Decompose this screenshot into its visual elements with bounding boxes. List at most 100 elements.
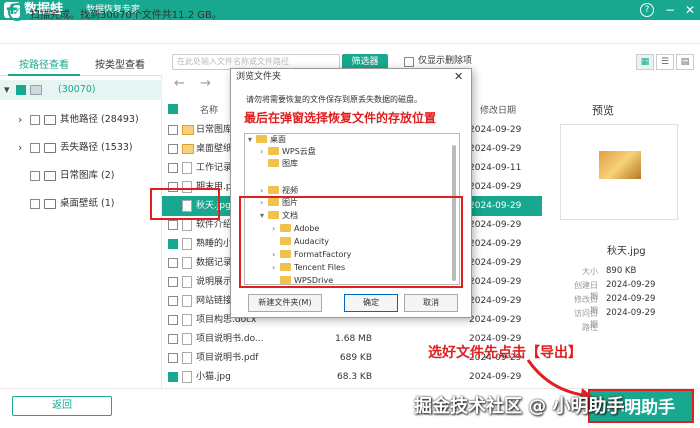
detail-view-icon[interactable]: ▤ (676, 54, 694, 70)
row-checkbox[interactable] (168, 258, 178, 268)
dialog-title: 浏览文件夹 (236, 72, 282, 82)
tree-checkbox[interactable] (30, 143, 40, 153)
back-button[interactable]: 返回 (12, 396, 112, 416)
dialog-tree-item[interactable]: 图库 (260, 158, 298, 170)
file-size: 68.3 KB (337, 372, 372, 382)
folder-icon (182, 125, 194, 135)
tree-item-label: 桌面壁纸 (1) (60, 198, 115, 209)
tree-item-label: 丢失路径 (1533) (60, 142, 133, 153)
folder-icon (256, 135, 267, 143)
tree-item-other-paths[interactable]: › 其他路径 (28493) (0, 110, 162, 130)
column-header-name[interactable]: 名称 (200, 103, 218, 116)
path-label: 路径 (582, 323, 598, 332)
row-checkbox[interactable] (168, 353, 178, 363)
chevron-right-icon[interactable]: › (18, 138, 22, 158)
file-icon (182, 333, 192, 345)
close-icon[interactable]: ✕ (454, 70, 463, 84)
tree-item-label: 其他路径 (28493) (60, 114, 139, 125)
tree-checkbox[interactable] (30, 199, 40, 209)
tree-item-daily-gallery[interactable]: 日常图库 (2) (0, 166, 162, 186)
file-name: 项目说明书.do... (196, 334, 264, 344)
file-date: 2024-09-29 (469, 372, 522, 382)
row-checkbox[interactable] (168, 296, 178, 306)
tree-item-lost-paths[interactable]: › 丢失路径 (1533) (0, 138, 162, 158)
row-checkbox[interactable] (168, 334, 178, 344)
file-icon (182, 219, 192, 231)
tree-item-label: 日常图库 (2) (60, 170, 115, 181)
file-date: 2024-09-29 (469, 239, 522, 249)
check-circle-icon: ✓ (8, 3, 26, 21)
highlight-box (150, 188, 220, 220)
file-size: 689 KB (339, 353, 372, 363)
row-checkbox[interactable] (168, 125, 178, 135)
file-icon (182, 314, 192, 326)
row-checkbox[interactable] (168, 239, 178, 249)
file-date: 2024-09-11 (469, 163, 522, 173)
accessed-value: 2024-09-29 (606, 308, 656, 318)
row-checkbox[interactable] (168, 315, 178, 325)
chevron-down-icon[interactable]: ▾ (248, 134, 256, 146)
dialog-annotation: 最后在弹窗选择恢复文件的存放位置 (244, 111, 437, 125)
file-date: 2024-09-29 (469, 296, 522, 306)
file-name: 项目说明书.pdf (196, 353, 259, 363)
folder-icon (182, 144, 194, 154)
folder-icon (44, 143, 56, 153)
tree-checkbox[interactable] (30, 171, 40, 181)
dialog-tree-item[interactable]: › WPS云盘 (260, 146, 316, 158)
chevron-right-icon[interactable]: › (260, 146, 268, 158)
dialog-tree-item[interactable]: ▾ 桌面 (248, 134, 286, 146)
file-icon (182, 352, 192, 364)
preview-title: 预览 (592, 104, 614, 117)
size-label: 大小 (582, 267, 598, 276)
forward-arrow-icon[interactable]: → (200, 76, 211, 91)
row-checkbox[interactable] (168, 144, 178, 154)
row-checkbox[interactable] (168, 163, 178, 173)
scan-status-text: 扫描完成。找到30070个文件共11.2 GB。 (30, 10, 222, 21)
created-value: 2024-09-29 (606, 280, 656, 290)
tab-by-type[interactable]: 按类型查看 (84, 56, 156, 76)
table-row[interactable]: 小猫.jpg 68.3 KB 2024-09-29 (162, 367, 542, 387)
file-size: 1.68 MB (335, 334, 372, 344)
file-date: 2024-09-29 (469, 277, 522, 287)
file-icon (182, 371, 192, 383)
file-name: 小猫.jpg (196, 372, 231, 382)
chevron-right-icon[interactable]: › (18, 110, 22, 130)
tree-item-root[interactable]: ▾ (30070) (0, 80, 162, 100)
help-icon[interactable]: ? (640, 3, 654, 17)
show-deleted-checkbox[interactable] (404, 57, 414, 67)
folder-icon (44, 115, 56, 125)
list-view-icon[interactable]: ☰ (656, 54, 674, 70)
dialog-instruction: 请勿将需要恢复的文件保存到原丢失数据的磁盘。 (246, 95, 422, 104)
back-arrow-icon[interactable]: ← (174, 76, 185, 91)
chevron-down-icon[interactable]: ▾ (4, 80, 10, 100)
column-header-modified[interactable]: 修改日期 (480, 103, 516, 116)
grid-view-icon[interactable]: ▦ (636, 54, 654, 70)
size-value: 890 KB (606, 266, 637, 276)
tree-checkbox[interactable] (16, 85, 26, 95)
new-folder-button[interactable]: 新建文件夹(M) (248, 294, 322, 312)
close-icon[interactable]: ✕ (682, 2, 698, 18)
minimize-icon[interactable]: − (662, 2, 678, 18)
show-deleted-label: 仅显示删除项 (418, 56, 473, 66)
tree-checkbox[interactable] (30, 115, 40, 125)
ok-button[interactable]: 确定 (344, 294, 398, 312)
file-icon (182, 276, 192, 288)
cancel-button[interactable]: 取消 (404, 294, 458, 312)
file-date: 2024-09-29 (469, 315, 522, 325)
tree-item-desktop-wallpaper[interactable]: 桌面壁纸 (1) (0, 194, 162, 214)
drive-icon (30, 85, 42, 95)
dialog-tree-label: 桌面 (270, 135, 286, 144)
dialog-tree-label: 图库 (282, 159, 298, 168)
watermark: 掘金技术社区 @ 小明助手 (414, 396, 625, 417)
tree-item-label: (30070) (58, 84, 96, 95)
row-checkbox[interactable] (168, 277, 178, 287)
dialog-tree-label: 视频 (282, 186, 298, 195)
autumn-thumbnail-image (598, 150, 642, 180)
view-tabs: 按路径查看 按类型查看 (0, 56, 162, 76)
dialog-tree-label: WPS云盘 (282, 147, 316, 156)
tab-by-path[interactable]: 按路径查看 (8, 56, 80, 76)
row-checkbox[interactable] (168, 372, 178, 382)
row-checkbox[interactable] (168, 220, 178, 230)
folder-icon (268, 159, 279, 167)
select-all-checkbox[interactable] (168, 104, 178, 114)
